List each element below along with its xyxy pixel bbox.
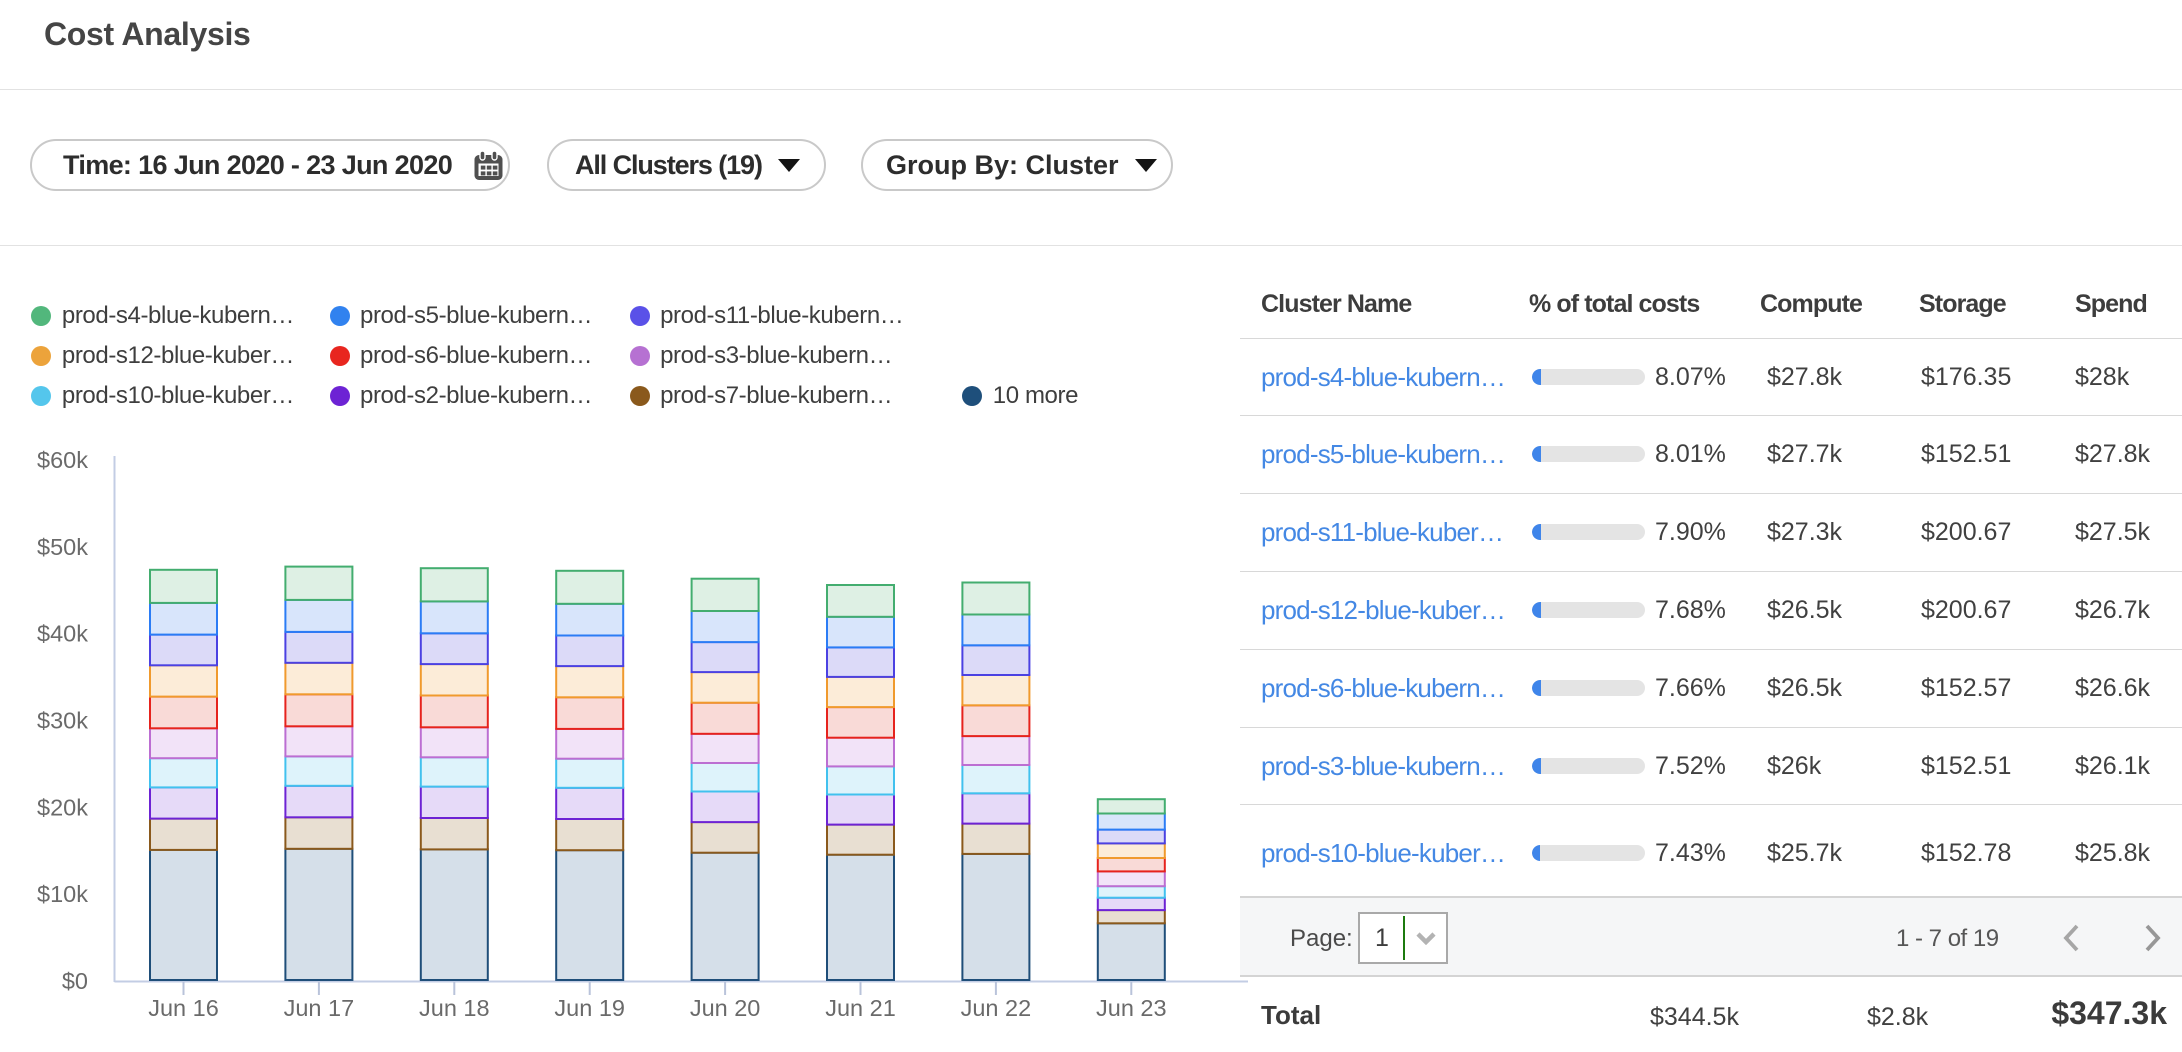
svg-text:Jun 17: Jun 17 bbox=[284, 995, 355, 1021]
svg-text:Jun 22: Jun 22 bbox=[961, 995, 1032, 1021]
svg-text:Jun 23: Jun 23 bbox=[1096, 995, 1167, 1021]
svg-text:Jun 21: Jun 21 bbox=[825, 995, 896, 1021]
svg-text:Jun 18: Jun 18 bbox=[419, 995, 490, 1021]
svg-text:$40k: $40k bbox=[37, 621, 88, 647]
svg-text:$0: $0 bbox=[62, 968, 88, 994]
svg-text:$10k: $10k bbox=[37, 881, 88, 907]
svg-text:Jun 20: Jun 20 bbox=[690, 995, 761, 1021]
svg-text:$50k: $50k bbox=[37, 534, 88, 560]
svg-text:$60k: $60k bbox=[37, 447, 88, 473]
svg-text:Jun 16: Jun 16 bbox=[148, 995, 219, 1021]
svg-text:Jun 19: Jun 19 bbox=[554, 995, 625, 1021]
svg-text:$20k: $20k bbox=[37, 794, 88, 820]
svg-text:$30k: $30k bbox=[37, 708, 88, 734]
